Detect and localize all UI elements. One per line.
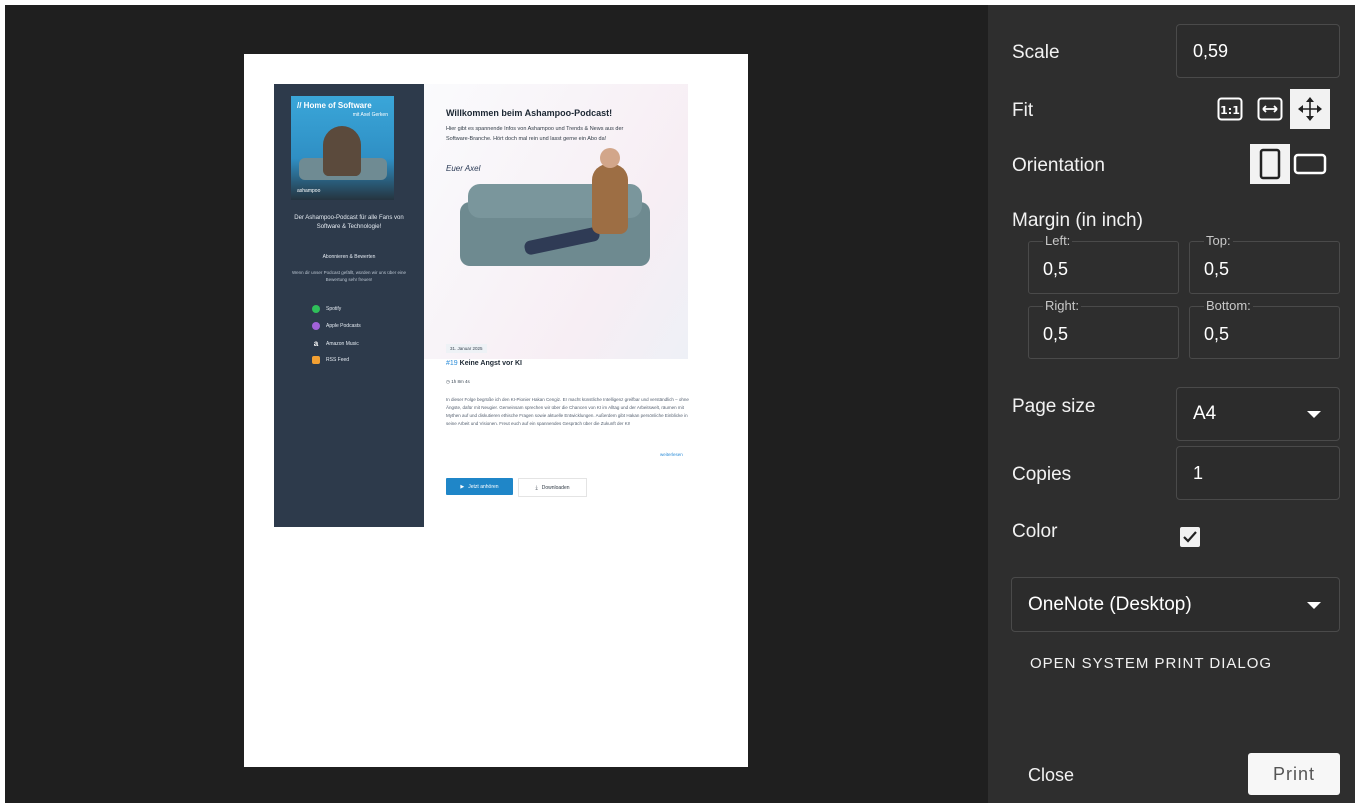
open-system-print-dialog-link[interactable]: OPEN SYSTEM PRINT DIALOG: [1030, 655, 1272, 672]
cover-subtitle: mit Axel Gerken: [352, 112, 388, 118]
svg-text:1:1: 1:1: [1220, 104, 1240, 117]
play-button: ▶ Jetzt anhören: [446, 478, 513, 495]
fit-page-button[interactable]: [1290, 89, 1330, 129]
podcast-main: Willkommen beim Ashampoo-Podcast! Hier g…: [424, 84, 689, 527]
cover-brand: ashampoo: [297, 188, 321, 194]
platform-rss: RSS Feed: [312, 356, 349, 364]
orientation-toggle-group: [1250, 144, 1330, 184]
copies-label: Copies: [1012, 464, 1072, 485]
margin-bottom-input[interactable]: Bottom: 0,5: [1189, 298, 1340, 359]
play-icon: ▶: [460, 483, 465, 490]
episode-duration-row: ◷ 1h 8m 4s: [446, 379, 470, 385]
scale-input[interactable]: 0,59: [1176, 24, 1340, 78]
fit-toggle-group: 1:1: [1210, 89, 1330, 129]
print-button[interactable]: Print: [1248, 753, 1340, 795]
preview-page: // Home of Software mit Axel Gerken asha…: [244, 54, 748, 767]
clock-icon: ◷: [446, 379, 450, 384]
subscribe-heading: Abonnieren & Bewerten: [322, 254, 376, 260]
hero-intro: Hier gibt es spannende Infos von Ashampo…: [446, 126, 624, 142]
cover-person-image: [323, 126, 361, 176]
copies-value: 1: [1193, 462, 1204, 483]
sidebar-description: Der Ashampoo-Podcast für alle Fans von S…: [294, 215, 404, 230]
fit-width-icon: [1257, 97, 1283, 121]
printer-value: OneNote (Desktop): [1028, 593, 1192, 615]
fit-label: Fit: [1012, 100, 1034, 121]
orientation-label: Orientation: [1012, 155, 1105, 176]
download-label: Downloaden: [541, 484, 570, 491]
margin-right-label: Right:: [1043, 298, 1081, 313]
fit-actual-size-button[interactable]: 1:1: [1210, 89, 1250, 129]
close-button[interactable]: Close: [1028, 765, 1074, 786]
episode-title-row: #19 Keine Angst vor KI: [446, 360, 522, 367]
platform-label: Spotify: [326, 306, 342, 312]
spotify-icon: [312, 305, 320, 313]
platform-spotify: Spotify: [312, 305, 341, 313]
margin-top-value: 0,5: [1204, 259, 1230, 279]
episode-description: In dieser Folge begrüße ich den KI-Pioni…: [446, 397, 689, 426]
checkmark-icon: [1183, 531, 1197, 543]
margin-right-value: 0,5: [1043, 324, 1069, 344]
scale-value: 0,59: [1193, 40, 1229, 61]
hero-section: Willkommen beim Ashampoo-Podcast! Hier g…: [424, 84, 688, 359]
podcast-sidebar: // Home of Software mit Axel Gerken asha…: [274, 84, 424, 527]
copies-input[interactable]: 1: [1176, 446, 1340, 500]
cover-title: // Home of Software: [297, 101, 372, 110]
margin-bottom-label: Bottom:: [1204, 298, 1253, 313]
read-more-link: weiterlesen: [660, 452, 683, 457]
printer-select[interactable]: OneNote (Desktop): [1011, 577, 1340, 632]
play-label: Jetzt anhören: [468, 483, 499, 490]
apple-podcasts-icon: [312, 322, 320, 330]
episode-duration: 1h 8m 4s: [451, 379, 470, 384]
margin-bottom-value: 0,5: [1204, 324, 1230, 344]
margin-left-label: Left:: [1043, 233, 1073, 248]
margin-label: Margin (in inch): [1012, 210, 1143, 231]
platform-apple-podcasts: Apple Podcasts: [312, 322, 361, 330]
portrait-icon: [1259, 148, 1281, 180]
fit-width-button[interactable]: [1250, 89, 1290, 129]
margin-top-label: Top:: [1204, 233, 1233, 248]
color-label: Color: [1012, 521, 1058, 542]
podcast-cover: // Home of Software mit Axel Gerken asha…: [291, 96, 394, 200]
episode-number: #19: [446, 360, 458, 367]
margin-right-input[interactable]: Right: 0,5: [1028, 298, 1179, 359]
scale-label: Scale: [1012, 42, 1060, 63]
margin-left-value: 0,5: [1043, 259, 1069, 279]
margin-top-input[interactable]: Top: 0,5: [1189, 233, 1340, 294]
portrait-button[interactable]: [1250, 144, 1290, 184]
page-size-select[interactable]: A4: [1176, 387, 1340, 441]
page-content: // Home of Software mit Axel Gerken asha…: [274, 84, 689, 527]
print-dialog: // Home of Software mit Axel Gerken asha…: [5, 5, 1355, 803]
subscribe-text: Wenn dir unser Podcast gefällt, würden w…: [292, 270, 406, 282]
platform-amazon-music: a Amazon Music: [312, 339, 359, 348]
page-size-label: Page size: [1012, 396, 1096, 417]
episode-title: Keine Angst vor KI: [459, 360, 523, 367]
download-button: ⤓ Downloaden: [518, 478, 587, 497]
page-size-value: A4: [1193, 403, 1217, 424]
platform-label: Amazon Music: [326, 340, 359, 347]
chevron-down-icon: [1307, 411, 1321, 418]
platform-label: Apple Podcasts: [326, 323, 361, 329]
actual-size-icon: 1:1: [1217, 97, 1243, 121]
amazon-icon: a: [313, 339, 319, 348]
chevron-down-icon: [1307, 601, 1321, 609]
landscape-button[interactable]: [1290, 144, 1330, 184]
person-image: [592, 148, 628, 234]
print-settings-panel: Scale 0,59 Fit 1:1 Orientation Margin (i…: [988, 5, 1355, 803]
hero-headline: Willkommen beim Ashampoo-Podcast!: [446, 108, 613, 118]
landscape-icon: [1293, 153, 1327, 175]
download-icon: ⤓: [535, 484, 538, 491]
print-preview: // Home of Software mit Axel Gerken asha…: [5, 5, 988, 803]
episode-date: 31. Januar 2025: [446, 344, 487, 353]
hero-signature: Euer Axel: [446, 164, 481, 173]
fit-page-icon: [1298, 97, 1322, 121]
rss-icon: [312, 356, 320, 364]
color-checkbox[interactable]: [1180, 527, 1200, 547]
platform-label: RSS Feed: [326, 357, 350, 363]
margin-left-input[interactable]: Left: 0,5: [1028, 233, 1179, 294]
